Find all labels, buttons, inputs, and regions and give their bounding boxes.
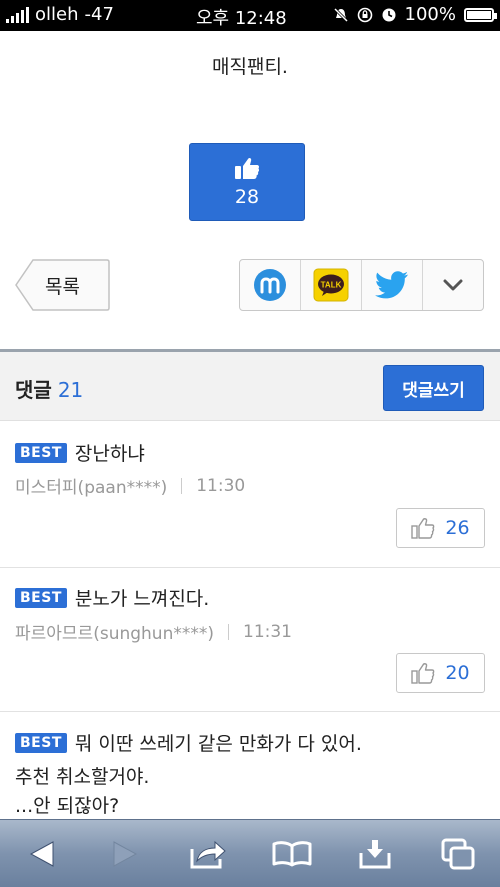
meta-divider: [181, 477, 183, 494]
comment-text: 분노가 느껴진다.: [74, 588, 210, 610]
mypeople-icon: [254, 269, 286, 301]
meta-divider: [228, 623, 229, 640]
back-icon: [29, 840, 54, 867]
share-kakaotalk-button[interactable]: TALK: [301, 260, 362, 310]
forward-icon: [113, 840, 138, 867]
share-more-button[interactable]: [423, 260, 483, 310]
list-button-label: 목록: [45, 276, 80, 298]
comment-text: 장난하냐: [74, 443, 145, 465]
comment-item: BEST 뭐 이딴 쓰레기 같은 만화가 다 있어. 추천 취소할거야. ...…: [0, 712, 500, 819]
best-badge: BEST: [15, 732, 67, 753]
comments-title: 댓글 21: [15, 374, 83, 403]
battery-percent: 100%: [404, 4, 456, 25]
comment-author[interactable]: 미스터피(paan****): [15, 473, 167, 498]
comment-time: 11:30: [196, 475, 246, 496]
share-button[interactable]: [180, 829, 236, 879]
status-bar: olleh -47 오후 12:48 100%: [0, 0, 500, 31]
share-icon: [190, 840, 227, 868]
best-badge: BEST: [15, 442, 67, 463]
list-button[interactable]: 목록: [15, 259, 110, 311]
comment-text-line: ...안 되잖아?: [15, 795, 120, 817]
comment-like-button[interactable]: 26: [396, 508, 485, 548]
comment-item: BEST 장난하냐 미스터피(paan****) 11:30 26: [0, 421, 500, 568]
signal-db: -47: [84, 4, 114, 25]
signal-icon: [6, 6, 29, 23]
status-left: olleh -47: [6, 4, 114, 25]
write-comment-button[interactable]: 댓글쓰기: [383, 365, 484, 411]
article-text: 매직팬티.: [212, 56, 288, 78]
thumbs-up-icon: [235, 157, 260, 179]
comment-like-button[interactable]: 20: [396, 653, 485, 693]
best-badge: BEST: [15, 587, 67, 608]
comment-meta: 파르아므르(sunghun****) 11:31: [15, 619, 292, 645]
browser-toolbar: [0, 819, 500, 887]
kakaotalk-label: TALK: [321, 281, 342, 290]
status-right: 100%: [333, 4, 497, 25]
page: olleh -47 오후 12:48 100% 매직팬티. 28 목록 TALK…: [0, 0, 500, 887]
twitter-icon: [375, 271, 408, 299]
back-button[interactable]: [14, 829, 70, 879]
comment-body: BEST 분노가 느껴진다.: [15, 584, 209, 611]
comments-title-label: 댓글: [15, 378, 52, 402]
tabs-button[interactable]: [430, 829, 486, 879]
comments-count: 21: [57, 378, 84, 402]
comment-like-count: 20: [445, 662, 470, 684]
comment-body: BEST 장난하냐: [15, 439, 145, 466]
share-mypeople-button[interactable]: [240, 260, 301, 310]
bookmarks-icon: [272, 840, 312, 866]
orientation-lock-icon: [357, 7, 372, 22]
comments-header: 댓글 21 댓글쓰기: [0, 349, 500, 421]
carrier-label: olleh: [35, 4, 79, 25]
mute-icon: [333, 7, 348, 22]
tabs-icon: [441, 838, 475, 869]
status-time: 오후 12:48: [196, 8, 287, 29]
share-buttons: TALK: [239, 259, 484, 311]
comment-body: BEST 뭐 이딴 쓰레기 같은 만화가 다 있어.: [15, 729, 362, 756]
battery-icon: [464, 7, 497, 22]
thumbs-up-outline-icon: [411, 518, 435, 539]
comment-like-count: 26: [445, 517, 470, 539]
kakaotalk-icon: TALK: [313, 268, 349, 302]
bookmarks-button[interactable]: [264, 829, 320, 879]
comment-text: 뭐 이딴 쓰레기 같은 만화가 다 있어.: [74, 733, 362, 755]
comment-item: BEST 분노가 느껴진다. 파르아므르(sunghun****) 11:31 …: [0, 568, 500, 712]
forward-button[interactable]: [97, 829, 153, 879]
like-button[interactable]: 28: [189, 143, 305, 221]
comment-meta: 미스터피(paan****) 11:30: [15, 473, 246, 499]
comment-author[interactable]: 파르아므르(sunghun****): [15, 619, 214, 644]
download-icon: [359, 839, 391, 868]
like-count: 28: [234, 186, 260, 208]
comment-time: 11:31: [243, 621, 292, 642]
alarm-icon: [382, 8, 396, 21]
chevron-down-icon: [443, 279, 463, 291]
thumbs-up-outline-icon: [411, 663, 435, 684]
comment-text-line: 추천 취소할거야.: [15, 766, 150, 788]
download-button[interactable]: [347, 829, 403, 879]
share-twitter-button[interactable]: [362, 260, 423, 310]
